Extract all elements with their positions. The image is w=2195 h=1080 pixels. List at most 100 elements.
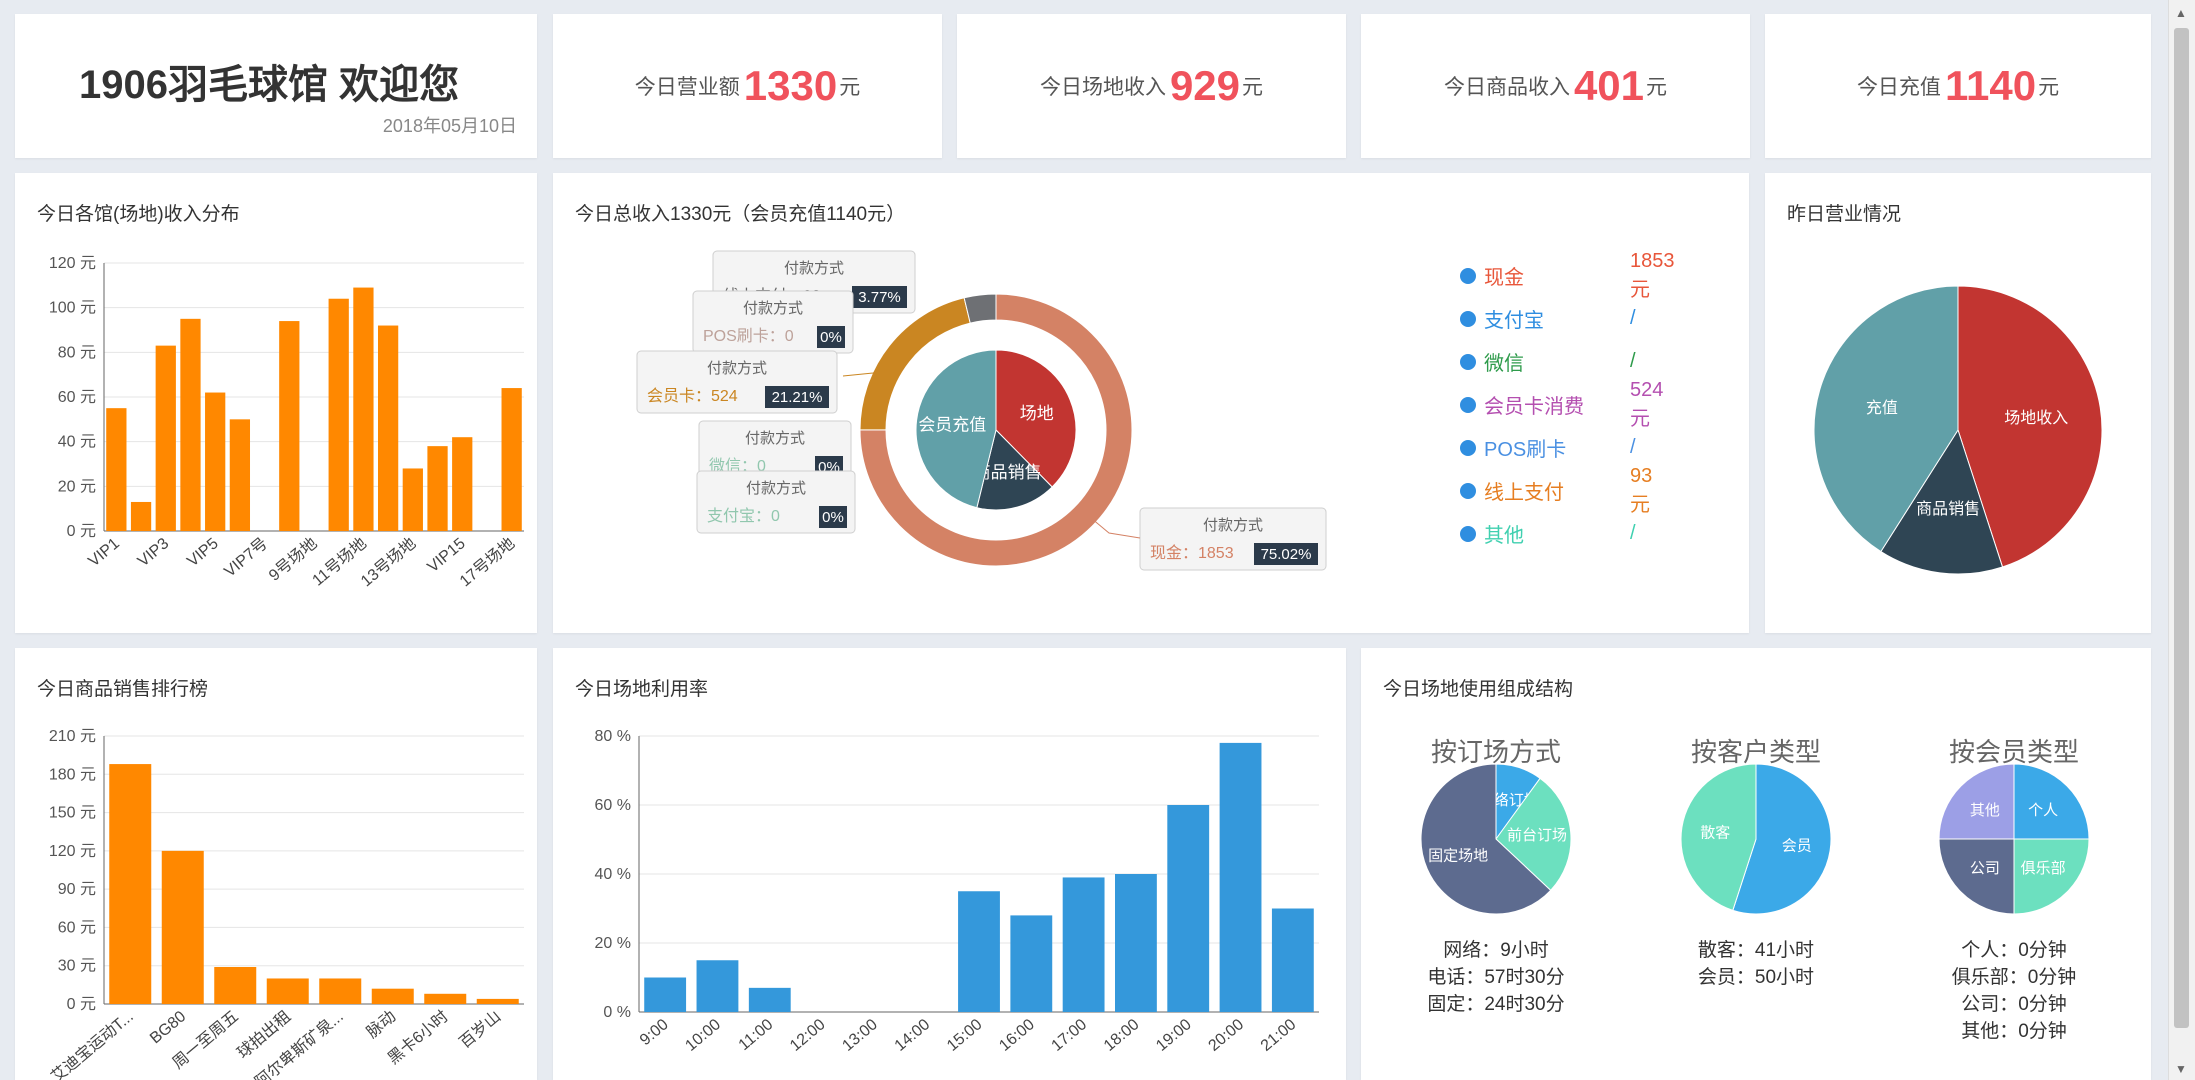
x-tick-label: 18:00 xyxy=(1101,1016,1143,1055)
stat-line: 公司：0分钟 xyxy=(1961,994,2067,1015)
bar xyxy=(958,891,1000,1012)
bar xyxy=(1167,805,1210,1012)
stat-line: 会员：50小时 xyxy=(1697,967,1815,988)
pie-label: 前台订场 xyxy=(1507,827,1567,844)
scrollbar-thumb[interactable] xyxy=(2174,28,2189,1028)
legend-value: 524元 xyxy=(1630,378,1664,430)
pie-slice xyxy=(963,293,997,324)
x-tick-label: 百岁山 xyxy=(456,1007,504,1052)
scroll-up-icon[interactable]: ▲ xyxy=(2175,6,2187,20)
stat-line: 俱乐部：0分钟 xyxy=(1951,967,2077,988)
scroll-down-icon[interactable]: ▼ xyxy=(2175,1062,2187,1076)
x-tick-label: 14:00 xyxy=(892,1016,934,1055)
legend-item[interactable]: 现金 1853元 xyxy=(1460,250,1675,301)
legend-value: / xyxy=(1630,522,1636,544)
pie-label: 场地 xyxy=(1020,404,1054,423)
stat-line: 电话：57时30分 xyxy=(1427,967,1565,988)
x-tick-label: 21:00 xyxy=(1258,1016,1300,1055)
venue-income-chart: 0 元 20 元 40 元 60 元 80 元 100 元 120 元 VIP1 VIP3 VIP… xyxy=(49,255,524,590)
stat-card-revenue: 今日营业额 1330 元 xyxy=(553,14,942,158)
tooltip-header: 付款方式 xyxy=(743,300,803,317)
x-tick-label: 13:00 xyxy=(839,1016,881,1055)
x-tick-label: 16:00 xyxy=(996,1016,1038,1055)
x-tick-label: 12:00 xyxy=(787,1016,829,1055)
tooltip-label: 支付宝：0 xyxy=(707,507,780,525)
bar xyxy=(1115,874,1157,1012)
legend-name: 现金 xyxy=(1484,267,1524,289)
pie-label: 个人 xyxy=(2028,802,2058,819)
y-tick-label: 30 元 xyxy=(58,958,96,975)
total-income-panel: 今日总收入1330元（会员充值1140元） 场地商品销售会员充值付款方式线上支付… xyxy=(553,173,1749,633)
x-tick-label: VIP15 xyxy=(424,535,468,576)
legend-name: POS刷卡 xyxy=(1484,439,1567,461)
legend-item[interactable]: 微信 / xyxy=(1460,347,1636,376)
bar xyxy=(748,987,791,1012)
bar xyxy=(371,988,414,1004)
bar xyxy=(214,966,257,1004)
pie-label: 会员 xyxy=(1782,837,1812,854)
bar xyxy=(1010,915,1053,1012)
bar xyxy=(229,419,251,531)
legend-item[interactable]: POS刷卡 / xyxy=(1460,433,1636,462)
stat-value: 1140 xyxy=(1944,62,2037,109)
payment-tooltip: 付款方式 POS刷卡：0 0% xyxy=(692,290,854,354)
y-tick-label: 120 元 xyxy=(49,255,96,272)
stat-line: 个人：0分钟 xyxy=(1961,940,2067,961)
legend-item[interactable]: 线上支付 93元 xyxy=(1460,465,1652,516)
stat-unit: 元 xyxy=(1646,76,1668,99)
bar xyxy=(109,764,152,1004)
bar xyxy=(501,388,522,531)
x-tick-label: 脉动 xyxy=(363,1007,399,1041)
legend-value: / xyxy=(1630,350,1636,372)
bar xyxy=(452,437,473,531)
legend-item[interactable]: 其他 / xyxy=(1460,519,1636,548)
y-tick-label: 20 元 xyxy=(58,478,96,495)
stat-label: 今日商品收入 xyxy=(1443,76,1570,99)
legend-item[interactable]: 支付宝 / xyxy=(1460,304,1636,333)
utilization-panel: 今日场地利用率 0 % 20 % 40 % 60 % 80 % 9:00 10:00 11:0… xyxy=(553,648,1346,1080)
stat-value: 401 xyxy=(1573,62,1645,109)
y-tick-label: 150 元 xyxy=(49,805,96,822)
legend-item[interactable]: 会员卡消费 524元 xyxy=(1460,379,1663,430)
x-tick-label: BG80 xyxy=(147,1008,189,1047)
goods-rank-panel: 今日商品销售排行榜 0 元 30 元 60 元 90 元 120 元 150 元 180 元… xyxy=(15,648,537,1080)
y-tick-label: 90 元 xyxy=(58,881,96,898)
y-tick-label: 60 % xyxy=(595,797,631,814)
stat-line: 固定：24时30分 xyxy=(1427,994,1565,1015)
tooltip-header: 付款方式 xyxy=(745,430,805,447)
stat-card-goods: 今日商品收入 401 元 xyxy=(1361,14,1750,158)
x-tick-label: VIP5 xyxy=(184,535,222,570)
stat-card-recharge: 今日充值 1140 元 xyxy=(1765,14,2151,158)
stat-line: 网络：9小时 xyxy=(1443,940,1549,961)
pie-label: 充值 xyxy=(1866,399,1898,417)
legend-value: / xyxy=(1630,307,1636,329)
y-tick-label: 120 元 xyxy=(49,843,96,860)
stat-card-venue: 今日场地收入 929 元 xyxy=(957,14,1346,158)
legend-value: 1853元 xyxy=(1630,249,1675,301)
legend-name: 微信 xyxy=(1484,353,1524,375)
legend-name: 支付宝 xyxy=(1484,310,1544,332)
stat-value: 929 xyxy=(1169,62,1241,109)
utilization-chart: 0 % 20 % 40 % 60 % 80 % 9:00 10:00 11:00 12:00 13… xyxy=(595,728,1319,1055)
x-tick-label: 9:00 xyxy=(637,1016,672,1049)
bar xyxy=(353,287,374,531)
legend-dot-icon xyxy=(1460,267,1476,284)
y-tick-label: 0 元 xyxy=(67,996,96,1013)
tooltip-label: POS刷卡：0 xyxy=(703,327,794,345)
connector-line xyxy=(1090,517,1141,539)
y-tick-label: 180 元 xyxy=(49,766,96,783)
y-tick-label: 80 % xyxy=(595,728,631,745)
pie-label: 散客 xyxy=(1700,825,1730,842)
bar xyxy=(266,978,309,1004)
x-tick-label: 17号场地 xyxy=(456,534,518,590)
bar xyxy=(476,998,519,1004)
tooltip-pct: 0% xyxy=(820,329,842,346)
bar xyxy=(180,318,201,531)
legend-value: 93元 xyxy=(1630,464,1653,516)
bar xyxy=(319,978,362,1004)
bar xyxy=(644,977,687,1012)
pie-label: 固定场地 xyxy=(1428,847,1488,864)
page-scrollbar[interactable]: ▲ ▼ xyxy=(2168,0,2195,1080)
x-tick-label: 10:00 xyxy=(682,1016,724,1055)
legend-dot-icon xyxy=(1460,310,1476,327)
